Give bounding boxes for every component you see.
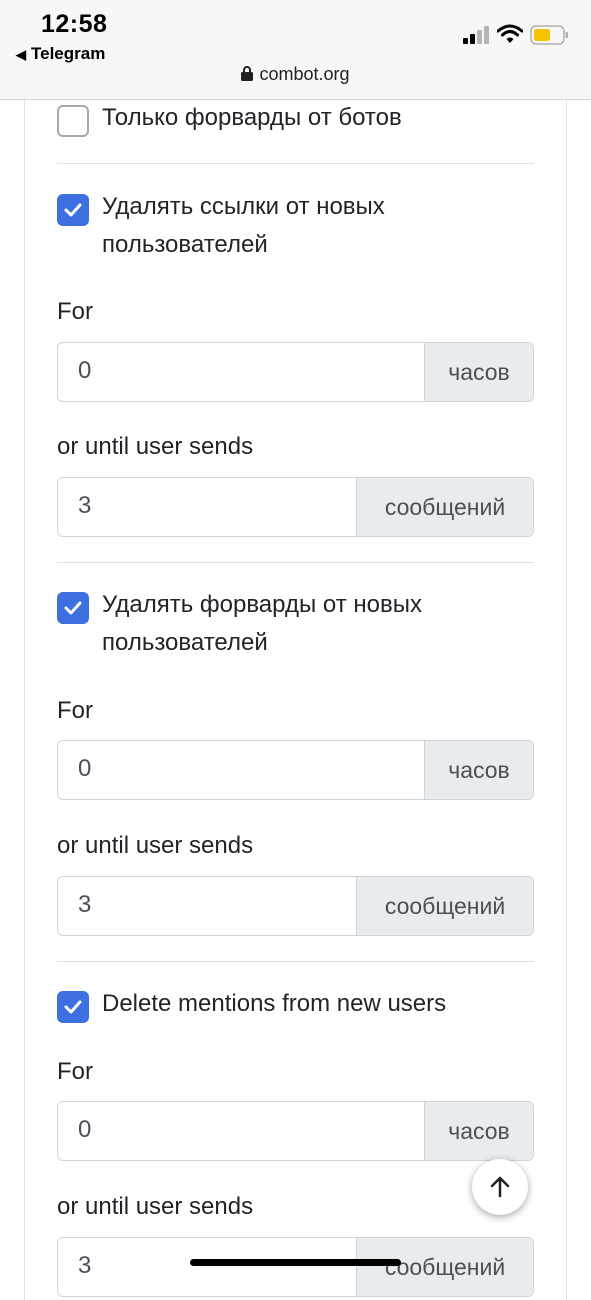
forwards-for-label: For [57, 697, 93, 724]
scroll-to-top-button[interactable] [472, 1159, 528, 1215]
forwards-hours-input[interactable]: 0 [78, 755, 91, 783]
battery-icon [530, 25, 570, 50]
back-triangle-icon: ◀ [16, 47, 26, 62]
delete-links-checkbox[interactable] [57, 194, 89, 226]
home-indicator[interactable] [190, 1259, 401, 1266]
divider [57, 562, 534, 563]
mentions-for-label: For [57, 1058, 93, 1085]
mentions-messages-input[interactable]: 3 [78, 1252, 91, 1280]
url-text: combot.org [259, 64, 350, 84]
forwards-hours-group: 0 часов [57, 740, 534, 800]
links-until-label: or until user sends [57, 433, 254, 460]
back-to-app-link[interactable]: ◀ Telegram [16, 44, 105, 64]
forwards-hours-unit: часов [424, 741, 533, 799]
links-messages-group: 3 сообщений [57, 477, 534, 537]
cellular-signal-icon [463, 26, 491, 49]
links-messages-input[interactable]: 3 [78, 492, 91, 520]
address-bar[interactable]: combot.org [0, 64, 591, 86]
mentions-hours-group: 0 часов [57, 1101, 534, 1161]
mentions-hours-unit: часов [424, 1102, 533, 1160]
forwards-messages-group: 3 сообщений [57, 876, 534, 936]
links-messages-unit: сообщений [356, 478, 533, 536]
divider [57, 163, 534, 164]
forwards-messages-unit: сообщений [356, 877, 533, 935]
forwards-messages-input[interactable]: 3 [78, 891, 91, 919]
delete-forwards-label: Удалять форварды от новых пользователей [102, 591, 422, 656]
mentions-messages-unit: сообщений [356, 1238, 533, 1296]
checkmark-icon [64, 1000, 82, 1014]
mentions-hours-input[interactable]: 0 [78, 1116, 91, 1144]
links-for-label: For [57, 298, 93, 325]
delete-links-label: Удалять ссылки от новых пользователей [102, 193, 385, 258]
links-hours-group: 0 часов [57, 342, 534, 402]
status-bar: 12:58 ◀ Telegram combot.org [0, 0, 591, 100]
divider [57, 961, 534, 962]
bot-forwards-label: Только форварды от ботов [102, 104, 402, 131]
forwards-until-label: or until user sends [57, 832, 254, 859]
bot-forwards-checkbox[interactable] [57, 105, 89, 137]
wifi-icon [496, 24, 524, 49]
delete-mentions-checkbox[interactable] [57, 991, 89, 1023]
status-time: 12:58 [41, 10, 108, 38]
links-hours-unit: часов [424, 343, 533, 401]
links-hours-input[interactable]: 0 [78, 357, 91, 385]
delete-forwards-checkbox[interactable] [57, 592, 89, 624]
arrow-up-icon [490, 1176, 510, 1198]
mentions-messages-group: 3 сообщений [57, 1237, 534, 1297]
lock-icon [241, 65, 254, 86]
delete-mentions-label: Delete mentions from new users [102, 990, 447, 1017]
checkmark-icon [64, 203, 82, 217]
checkmark-icon [64, 601, 82, 615]
back-app-label: Telegram [31, 44, 106, 63]
mentions-until-label: or until user sends [57, 1193, 254, 1220]
